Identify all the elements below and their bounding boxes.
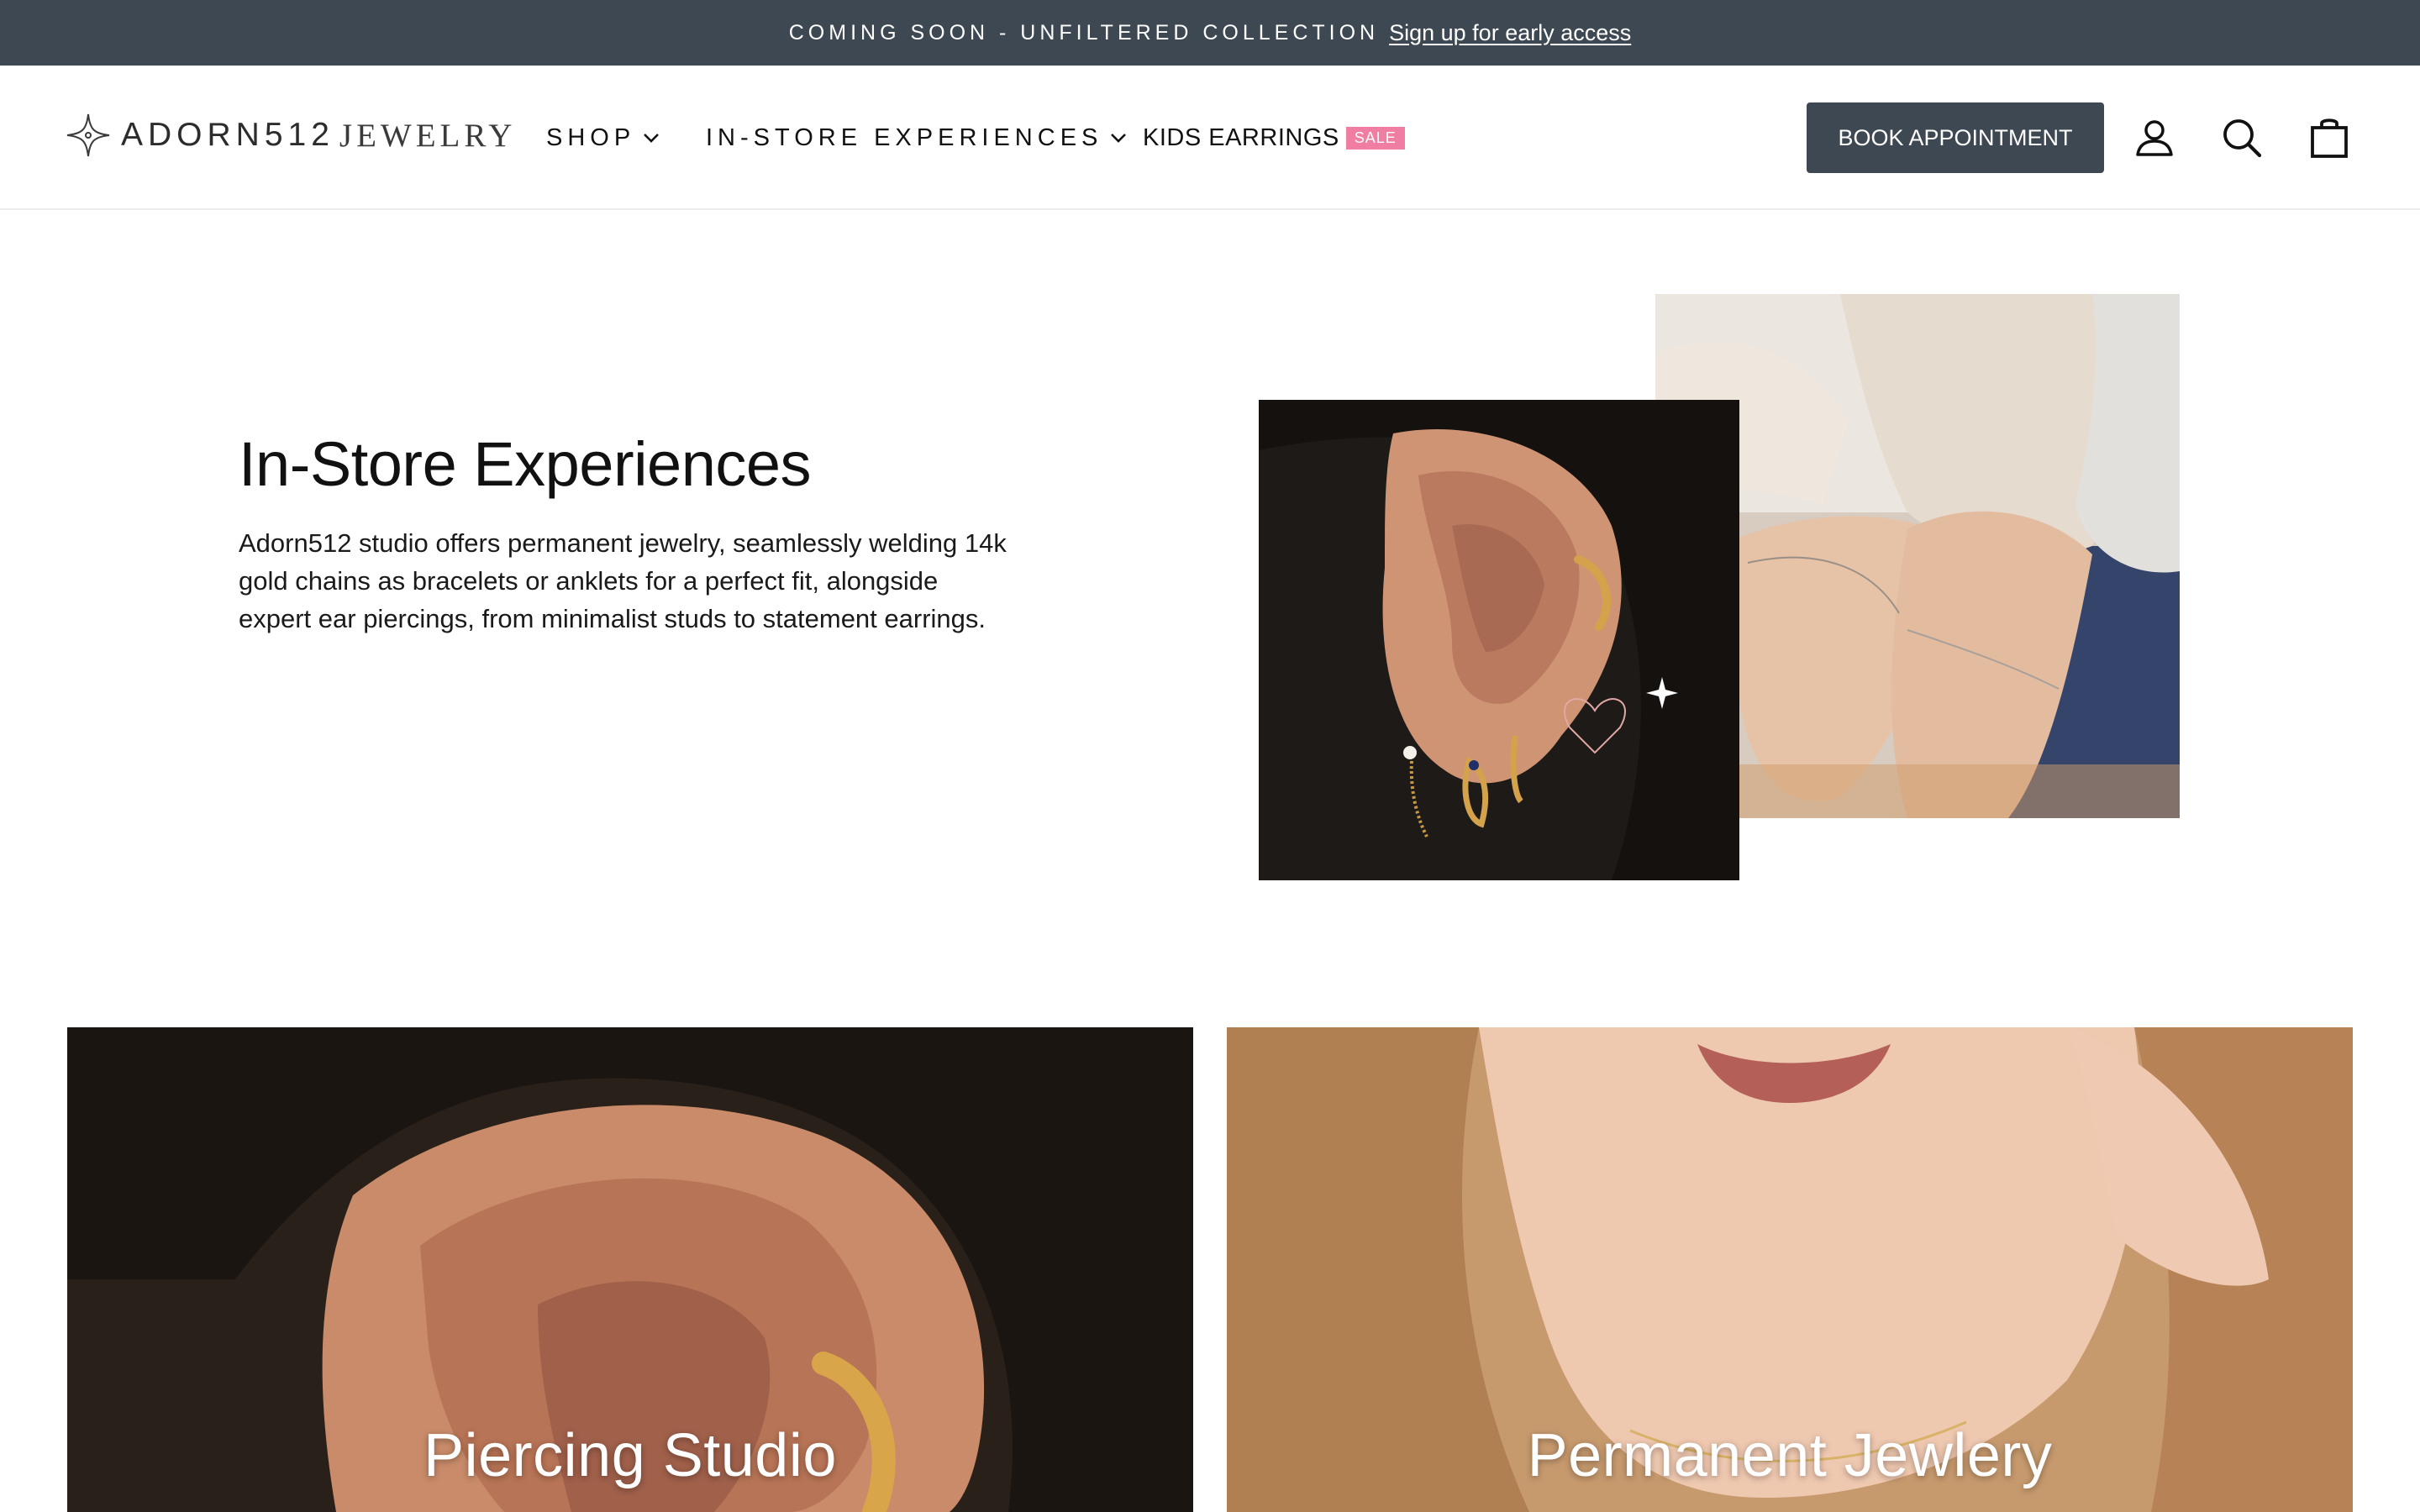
chevron-down-icon [644, 134, 660, 143]
announcement-bar: COMING SOON - UNFILTERED COLLECTION Sign… [0, 0, 2420, 66]
announcement-text: COMING SOON - UNFILTERED COLLECTION [788, 20, 1380, 45]
nav-shop-label: SHOP [546, 123, 636, 151]
early-access-link[interactable]: Sign up for early access [1389, 20, 1631, 46]
nav-kids-earrings[interactable]: KIDS EARRINGS SALE [1143, 124, 1405, 152]
ear-piercing-photo [1259, 400, 1739, 880]
permanent-jewelry-label: Permanent Jewlery [1527, 1422, 2053, 1489]
nav-kids-label: KIDS EARRINGS [1143, 123, 1339, 151]
account-icon[interactable] [2131, 114, 2178, 161]
cart-icon[interactable] [2306, 114, 2353, 161]
piercing-studio-tile[interactable]: Piercing Studio [67, 1027, 1193, 1512]
permanent-jewelry-tile[interactable]: Permanent Jewlery [1227, 1027, 2353, 1512]
logo-wordmark-secondary: JEWELRY [339, 117, 517, 154]
page-title: In-Store Experiences [239, 429, 812, 499]
book-appointment-button[interactable]: BOOK APPOINTMENT [1807, 102, 2104, 173]
piercing-studio-label: Piercing Studio [424, 1422, 837, 1489]
nav-in-store-label: IN-STORE EXPERIENCES [706, 123, 1103, 151]
nav-in-store-experiences[interactable]: IN-STORE EXPERIENCES [706, 124, 1128, 152]
search-icon[interactable] [2218, 114, 2265, 161]
main-nav: SHOP [546, 66, 660, 210]
nav-shop[interactable]: SHOP [546, 124, 660, 152]
logo[interactable]: ADORN512 JEWELRY [66, 113, 516, 158]
main-nav-2: IN-STORE EXPERIENCES [706, 66, 1128, 210]
chevron-down-icon [1111, 134, 1127, 143]
intro-description: Adorn512 studio offers permanent jewelry… [239, 528, 1007, 633]
logo-wordmark: ADORN512 [121, 117, 334, 153]
main-nav-3: KIDS EARRINGS SALE [1143, 66, 1405, 210]
logo-star-icon [66, 113, 110, 157]
site-header: ADORN512 JEWELRY SHOP IN-STORE EXPERIENC… [0, 66, 2420, 210]
sale-badge: SALE [1345, 126, 1405, 150]
